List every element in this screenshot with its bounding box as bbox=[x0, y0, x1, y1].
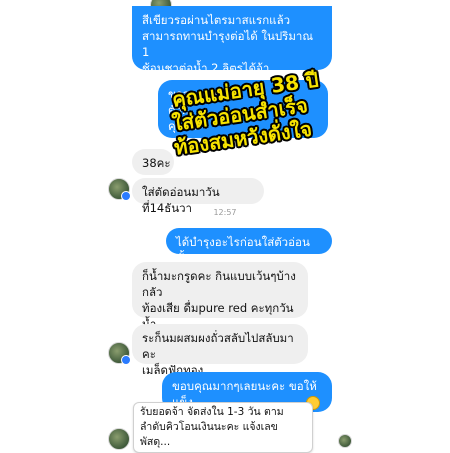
contact-avatar-bottom[interactable] bbox=[108, 428, 130, 450]
incoming-message-age[interactable]: 38คะ bbox=[132, 149, 174, 175]
incoming-message-transfer-date[interactable]: ใส่ตัดอ่อนมาวันที่14ธันวา bbox=[132, 178, 264, 215]
contact-avatar-bottom-right[interactable] bbox=[338, 434, 352, 448]
incoming-message-supplements[interactable]: ก็น้ำมะกรูดคะ กินแบบเว้นๆบ้างกลัว ท้องเส… bbox=[132, 262, 308, 347]
incoming-message-snacks[interactable]: ระก็นมผสมผงถั่วสลับไปสลับมาคะ เมล็ดฟักทอ… bbox=[132, 324, 308, 377]
message-timestamp: 12:57 bbox=[213, 208, 237, 217]
caption-note: รับยอดจ้า จัดส่งใน 1-3 วัน ตาม ลำดับคิวโ… bbox=[133, 402, 313, 453]
caption-line-1: รับยอดจ้า จัดส่งใน 1-3 วัน ตาม bbox=[140, 406, 284, 418]
online-status-icon bbox=[121, 191, 131, 201]
chat-thread: สีเขียวรอผ่านไตรมาสแรกแล้ว สามารถทานบำรุ… bbox=[0, 0, 450, 453]
contact-avatar-2[interactable] bbox=[108, 342, 131, 365]
outgoing-message-1[interactable]: สีเขียวรอผ่านไตรมาสแรกแล้ว สามารถทานบำรุ… bbox=[132, 6, 332, 75]
contact-avatar[interactable] bbox=[108, 178, 131, 201]
outgoing-message-question[interactable]: ได้บำรุงอะไรก่อนใส่ตัวอ่อนมั้ยคะ bbox=[166, 228, 332, 265]
online-status-icon-2 bbox=[121, 355, 131, 365]
caption-line-2: ลำดับคิวโอนเงินนะคะ แจ้งเลขพัสดุ... bbox=[140, 421, 278, 448]
